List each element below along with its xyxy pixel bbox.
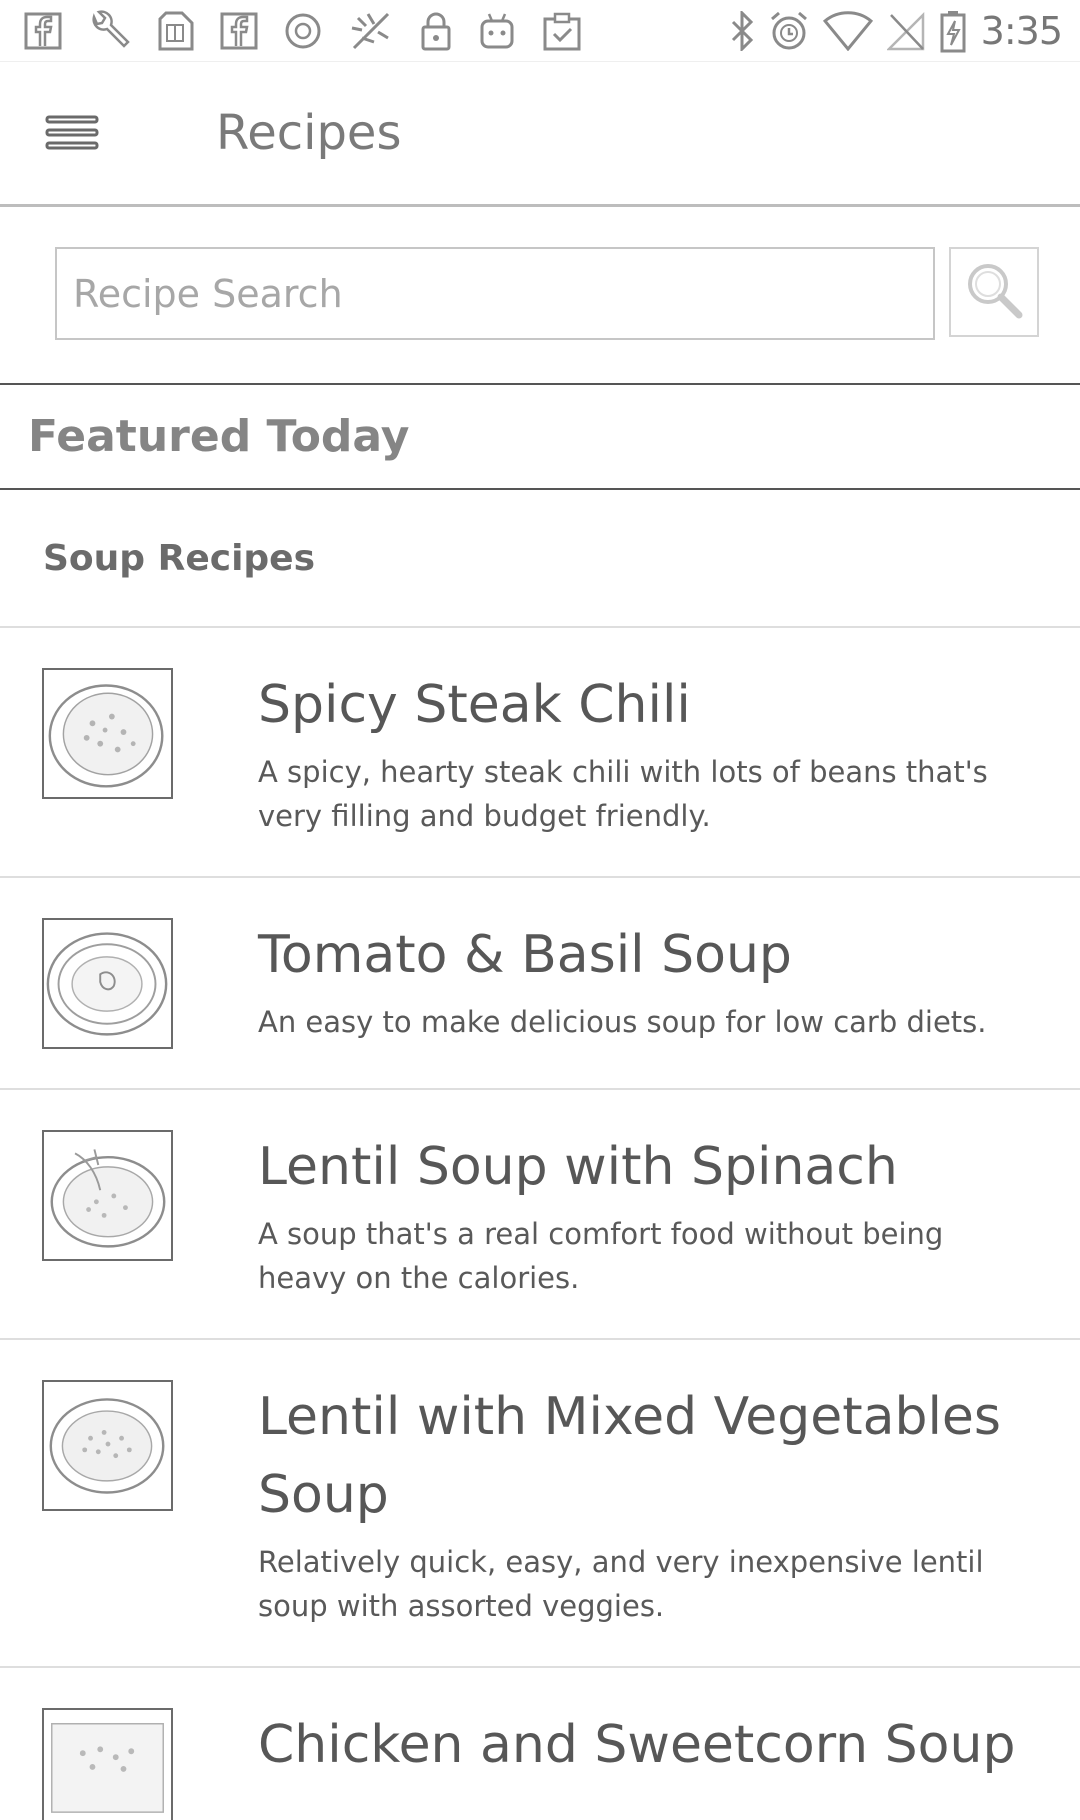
food-app-icon xyxy=(348,8,394,54)
alarm-icon xyxy=(769,10,809,52)
clock-time: 3:35 xyxy=(980,8,1063,53)
battery-charging-icon xyxy=(939,9,967,53)
hamburger-menu-icon[interactable] xyxy=(38,109,106,157)
wrench-icon xyxy=(88,9,132,53)
recipe-item[interactable]: Lentil with Mixed Vegetables Soup Relati… xyxy=(0,1340,1080,1668)
search-button[interactable] xyxy=(949,247,1039,337)
recipe-title: Lentil with Mixed Vegetables Soup xyxy=(258,1387,1002,1525)
page-title: Recipes xyxy=(216,105,402,161)
circle-badge-icon xyxy=(284,12,322,50)
recipe-item[interactable]: Tomato & Basil Soup An easy to make deli… xyxy=(0,878,1080,1090)
chili-bowl-image xyxy=(42,668,173,799)
recipe-title: Chicken and Sweetcorn Soup xyxy=(258,1715,1016,1775)
recipe-item[interactable]: Spicy Steak Chili A spicy, hearty steak … xyxy=(0,628,1080,878)
recipe-text: Chicken and Sweetcorn Soup xyxy=(258,1706,1020,1784)
recipe-description: A spicy, hearty steak chili with lots of… xyxy=(258,755,988,833)
wifi-icon xyxy=(822,10,873,51)
recipe-text: Spicy Steak Chili A spicy, hearty steak … xyxy=(258,666,1020,838)
facebook-icon xyxy=(24,12,62,50)
system-icons: 3:35 xyxy=(729,8,1063,53)
featured-today-header[interactable]: Featured Today xyxy=(0,385,1080,490)
vegetable-soup-bowl-image xyxy=(42,1380,173,1511)
search-input[interactable] xyxy=(55,247,935,340)
sim-card-icon xyxy=(158,11,194,51)
status-bar: 3:35 xyxy=(0,0,1080,62)
recipe-title: Tomato & Basil Soup xyxy=(258,925,792,985)
clipboard-check-icon xyxy=(542,11,582,51)
lentil-soup-bowl-image xyxy=(42,1130,173,1261)
recipe-description: A soup that's a real comfort food withou… xyxy=(258,1217,944,1295)
recipe-text: Lentil with Mixed Vegetables Soup Relati… xyxy=(258,1378,1020,1628)
recipe-text: Tomato & Basil Soup An easy to make deli… xyxy=(258,916,1020,1044)
recipe-title: Spicy Steak Chili xyxy=(258,675,691,735)
lock-icon xyxy=(420,11,452,51)
recipe-description: Relatively quick, easy, and very inexpen… xyxy=(258,1545,984,1623)
facebook-icon xyxy=(220,12,258,50)
robot-icon xyxy=(478,11,516,51)
no-signal-icon xyxy=(886,11,925,51)
recipe-item[interactable]: Lentil Soup with Spinach A soup that's a… xyxy=(0,1090,1080,1340)
recipe-list: Spicy Steak Chili A spicy, hearty steak … xyxy=(0,628,1080,1820)
search-icon xyxy=(962,258,1026,326)
recipe-description: An easy to make delicious soup for low c… xyxy=(258,1005,987,1039)
app-bar: Recipes xyxy=(0,62,1080,207)
bluetooth-icon xyxy=(729,10,755,51)
recipe-title: Lentil Soup with Spinach xyxy=(258,1137,898,1197)
recipe-text: Lentil Soup with Spinach A soup that's a… xyxy=(258,1128,1020,1300)
notification-icons xyxy=(24,8,608,54)
chicken-soup-bowl-image xyxy=(42,1708,173,1820)
section-title: Soup Recipes xyxy=(0,490,1080,628)
recipe-item[interactable]: Chicken and Sweetcorn Soup xyxy=(0,1668,1080,1820)
tomato-soup-bowl-image xyxy=(42,918,173,1049)
search-bar xyxy=(0,207,1080,385)
